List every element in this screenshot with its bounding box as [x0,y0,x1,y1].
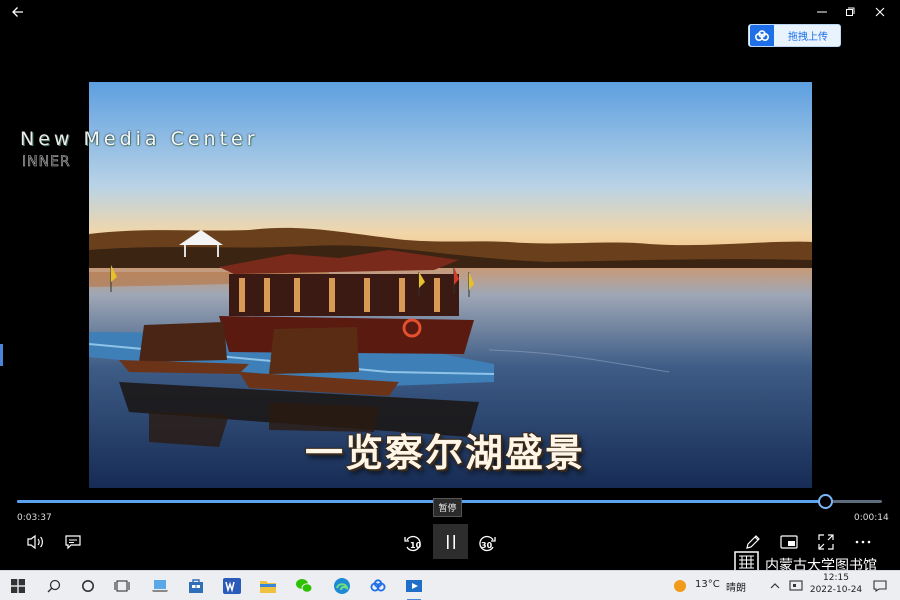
remaining-time: 0:00:14 [854,513,889,523]
back-button[interactable] [4,2,32,22]
video-player-icon [406,580,422,592]
skip-back-seconds: 10 [410,541,422,550]
taskbar-app-explorer[interactable] [256,574,280,598]
current-time: 0:03:37 [17,513,52,523]
weather-temperature: 13°C [695,579,720,590]
volume-button[interactable] [24,532,46,552]
drag-upload-button[interactable]: 拖拽上传 [748,24,841,47]
cortana-icon [82,580,94,592]
store-icon [189,579,203,593]
minimize-button[interactable] [808,2,836,22]
clock-date: 2022-10-24 [809,585,863,595]
baidu-netdisk-icon [370,579,386,592]
video-caption: 一览察尔湖盛景 [305,431,586,475]
more-icon [855,540,871,544]
tray-display[interactable] [784,574,808,598]
skip-forward-button[interactable]: 30 [476,532,498,554]
mini-view-icon [780,535,798,549]
skip-back-button[interactable]: 10 [402,532,424,554]
upload-label: 拖拽上传 [788,32,828,43]
chevron-up-icon [770,583,780,589]
more-button[interactable] [853,532,873,552]
arrow-left-icon [12,7,23,17]
cortana-button[interactable] [76,574,100,598]
seek-bar-progress [17,500,825,503]
taskbar-app-video-player[interactable] [402,574,426,600]
taskbar-app-wechat[interactable] [292,574,316,598]
fullscreen-button[interactable] [816,532,836,552]
taskbar: 13°C 晴朗 [0,570,900,600]
inner-watermark: INNER [22,154,71,171]
media-center-watermark: New Media Center [20,128,259,150]
sun-icon [674,580,686,592]
maximize-button[interactable] [836,2,864,22]
taskbar-app-edge[interactable] [330,574,354,598]
task-view-button[interactable] [110,574,134,598]
taskbar-app-netdisk[interactable] [366,574,390,598]
clock-time: 12:15 [823,573,849,583]
edit-button[interactable] [743,532,763,552]
subtitles-icon [65,535,81,550]
notification-icon [873,580,887,592]
windows-icon [11,579,25,593]
weather-description: 晴朗 [726,583,746,594]
weather-widget[interactable] [668,574,692,598]
edge-icon [334,578,350,594]
taskbar-app-store[interactable] [184,574,208,598]
pause-button[interactable] [433,524,468,559]
volume-icon [27,534,43,550]
minimize-icon [817,11,827,13]
mini-view-button[interactable] [779,532,799,552]
taskbar-app-word[interactable] [220,574,244,598]
baidu-netdisk-icon [750,25,774,46]
task-view-icon [114,580,130,592]
close-icon [875,7,885,17]
fullscreen-icon [818,534,834,550]
maximize-icon [846,7,855,16]
start-button[interactable] [6,574,30,598]
taskbar-app-laptop[interactable] [148,574,172,598]
wechat-icon [296,579,313,593]
edit-icon [746,535,760,549]
search-button[interactable] [42,574,66,598]
skip-forward-seconds: 30 [481,541,493,550]
folder-icon [260,581,276,593]
pause-tooltip: 暂停 [433,498,462,517]
word-icon [223,578,241,594]
left-edge-indicator [0,344,3,366]
close-button[interactable] [866,2,894,22]
laptop-app-icon [152,580,168,592]
system-clock[interactable]: 12:15 2022-10-24 [808,572,864,596]
display-icon [789,580,803,591]
search-icon [47,579,61,593]
seek-bar-thumb[interactable] [817,494,833,509]
pause-icon [446,534,455,549]
subtitles-button[interactable] [62,532,84,552]
notification-button[interactable] [868,574,892,598]
